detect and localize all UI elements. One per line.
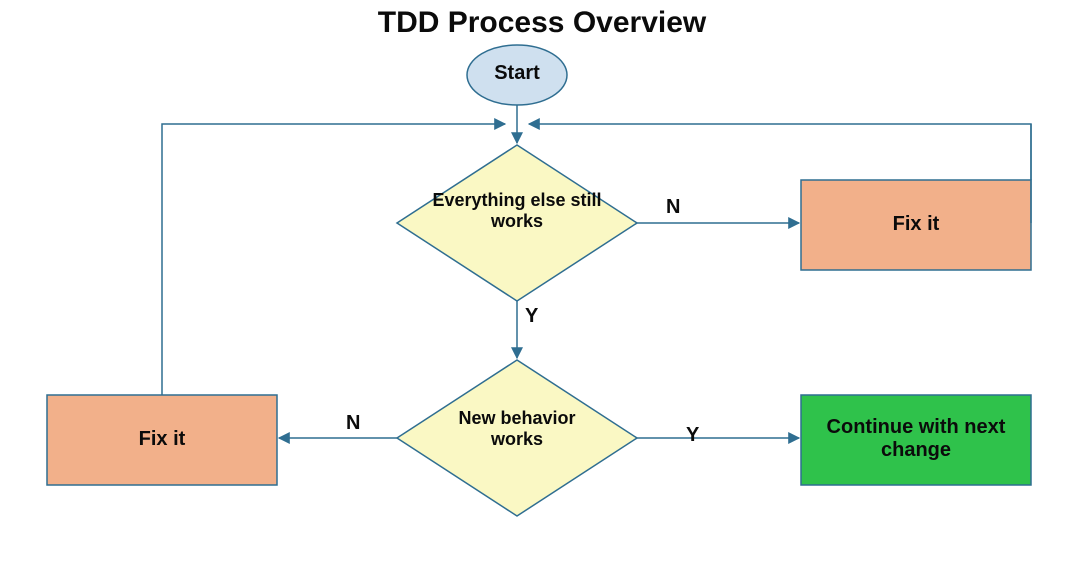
flowchart-canvas bbox=[0, 0, 1084, 577]
label-decision-new-behavior-works: New behavior works bbox=[430, 408, 604, 449]
label-continue: Continue with next change bbox=[801, 416, 1031, 462]
edge-label-d1-no: N bbox=[666, 196, 680, 219]
edge-label-d2-no: N bbox=[346, 412, 360, 435]
edge-label-d1-yes: Y bbox=[525, 305, 538, 328]
label-fix-it-left: Fix it bbox=[47, 428, 277, 451]
label-fix-it-right: Fix it bbox=[801, 213, 1031, 236]
label-start: Start bbox=[467, 62, 567, 85]
label-decision-everything-works: Everything else still works bbox=[430, 190, 604, 231]
edge-label-d2-yes: Y bbox=[686, 424, 699, 447]
